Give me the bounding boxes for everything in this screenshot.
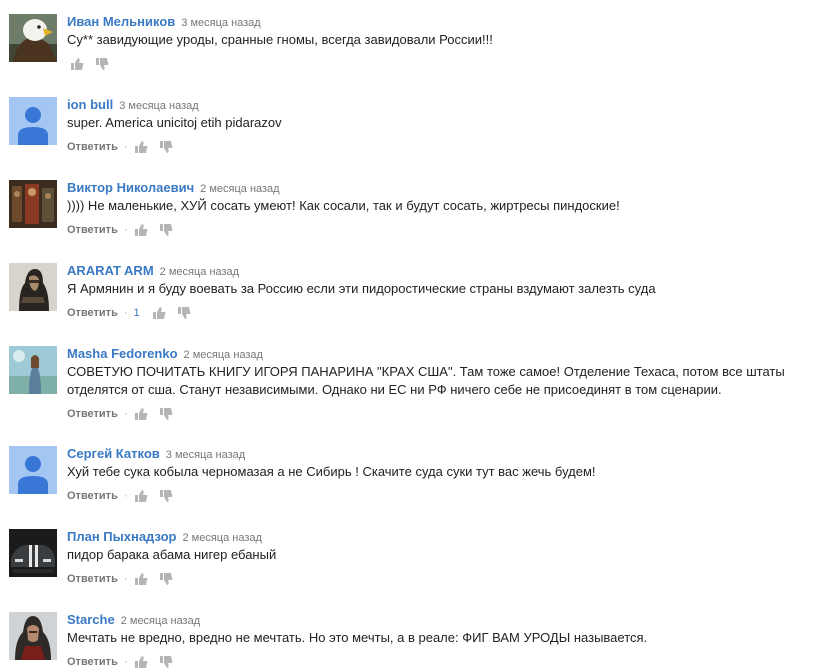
separator: · xyxy=(123,573,128,585)
separator: · xyxy=(123,307,128,319)
reply-button[interactable]: Ответить xyxy=(67,571,118,587)
comment-body: Masha Fedorenko 2 месяца назад СОВЕТУЮ ПО… xyxy=(67,346,803,422)
comment-time[interactable]: 2 месяца назад xyxy=(182,532,261,544)
comment-author[interactable]: Сергей Катков xyxy=(67,446,160,461)
separator: · xyxy=(123,656,128,668)
separator: · xyxy=(123,490,128,502)
thumb-down-icon[interactable] xyxy=(159,140,173,154)
comment-time[interactable]: 2 месяца назад xyxy=(184,349,263,361)
car-avatar[interactable] xyxy=(9,529,57,577)
comment-author[interactable]: Виктор Николаевич xyxy=(67,180,194,195)
comment-time[interactable]: 2 месяца назад xyxy=(121,615,200,627)
thumb-up-icon[interactable] xyxy=(134,223,148,237)
comment-body: Виктор Николаевич 2 месяца назад )))) Не … xyxy=(67,180,803,238)
comment-body: Сергей Катков 3 месяца назад Хуй тебе сук… xyxy=(67,446,803,504)
reply-button[interactable]: Ответить xyxy=(67,406,118,422)
comment-text: )))) Не маленькие, ХУЙ сосать умеют! Как… xyxy=(67,198,620,213)
thumb-down-icon[interactable] xyxy=(95,57,109,71)
comment-body: Иван Мельников 3 месяца назад Су** завиду… xyxy=(67,14,803,72)
comments-list: Иван Мельников 3 месяца назад Су** завиду… xyxy=(0,0,813,670)
comment-actions: Ответить · xyxy=(67,654,803,670)
comment-time[interactable]: 3 месяца назад xyxy=(119,100,198,112)
reply-button[interactable]: Ответить xyxy=(67,139,118,155)
thumb-down-icon[interactable] xyxy=(159,655,173,669)
comment-author[interactable]: План Пыхнадзор xyxy=(67,529,176,544)
default-avatar[interactable] xyxy=(9,446,57,494)
comment-author[interactable]: Иван Мельников xyxy=(67,14,175,29)
comment-actions: Ответить · xyxy=(67,406,803,422)
separator: · xyxy=(123,408,128,420)
thumb-up-icon[interactable] xyxy=(134,655,148,669)
comment-author[interactable]: ARARAT ARM xyxy=(67,263,154,278)
thumb-up-icon[interactable] xyxy=(134,572,148,586)
comment-body: ion bull 3 месяца назад super. America un… xyxy=(67,97,803,155)
thumb-down-icon[interactable] xyxy=(159,223,173,237)
comment-actions: Ответить · 1 xyxy=(67,305,803,321)
comment-body: План Пыхнадзор 2 месяца назад пидор барак… xyxy=(67,529,803,587)
like-count: 1 xyxy=(133,307,140,319)
thumb-up-icon[interactable] xyxy=(134,140,148,154)
comment-body: Starche 2 месяца назад Мечтать не вредно,… xyxy=(67,612,803,670)
reply-button[interactable]: Ответить xyxy=(67,488,118,504)
thumb-up-icon[interactable] xyxy=(70,57,84,71)
comment-time[interactable]: 3 месяца назад xyxy=(166,449,245,461)
comment-actions: Ответить · xyxy=(67,222,803,238)
thumb-down-icon[interactable] xyxy=(159,489,173,503)
comment-author[interactable]: Starche xyxy=(67,612,115,627)
comment-author[interactable]: Masha Fedorenko xyxy=(67,346,178,361)
painting-avatar[interactable] xyxy=(9,180,57,228)
comment-author[interactable]: ion bull xyxy=(67,97,113,112)
comment-time[interactable]: 2 месяца назад xyxy=(160,266,239,278)
comment-text: Хуй тебе сука кобыла черномазая а не Сиб… xyxy=(67,464,596,479)
comment-text: пидор барака абама нигер ебаный xyxy=(67,547,277,562)
comment-text: СОВЕТУЮ ПОЧИТАТЬ КНИГУ ИГОРЯ ПАНАРИНА "К… xyxy=(67,364,785,397)
thumb-down-icon[interactable] xyxy=(177,306,191,320)
thumb-up-icon[interactable] xyxy=(134,489,148,503)
thumb-down-icon[interactable] xyxy=(159,407,173,421)
comment-actions: Ответить · xyxy=(67,488,803,504)
reply-button[interactable]: Ответить xyxy=(67,305,118,321)
comment-actions: Ответить · xyxy=(67,571,803,587)
assassin-avatar[interactable] xyxy=(9,612,57,660)
hooded-figure-avatar[interactable] xyxy=(9,263,57,311)
thumb-down-icon[interactable] xyxy=(159,572,173,586)
comment-time[interactable]: 2 месяца назад xyxy=(200,183,279,195)
separator: · xyxy=(123,141,128,153)
comment-text: Су** завидующие уроды, сранные гномы, вс… xyxy=(67,32,493,47)
thumb-up-icon[interactable] xyxy=(152,306,166,320)
comment-text: Мечтать не вредно, вредно не мечтать. Но… xyxy=(67,630,648,645)
default-avatar[interactable] xyxy=(9,97,57,145)
comment-text: Я Армянин и я буду воевать за Россию есл… xyxy=(67,281,656,296)
thumb-up-icon[interactable] xyxy=(134,407,148,421)
comment-time[interactable]: 3 месяца назад xyxy=(181,17,260,29)
woman-avatar[interactable] xyxy=(9,346,57,394)
comment-actions: Ответить · xyxy=(67,139,803,155)
comment-body: ARARAT ARM 2 месяца назад Я Армянин и я б… xyxy=(67,263,803,321)
comment-actions xyxy=(67,56,803,72)
comment-text: super. America unicitoj etih pidarazov xyxy=(67,115,282,130)
reply-button[interactable]: Ответить xyxy=(67,222,118,238)
reply-button[interactable]: Ответить xyxy=(67,654,118,670)
eagle-avatar[interactable] xyxy=(9,14,57,62)
separator: · xyxy=(123,224,128,236)
